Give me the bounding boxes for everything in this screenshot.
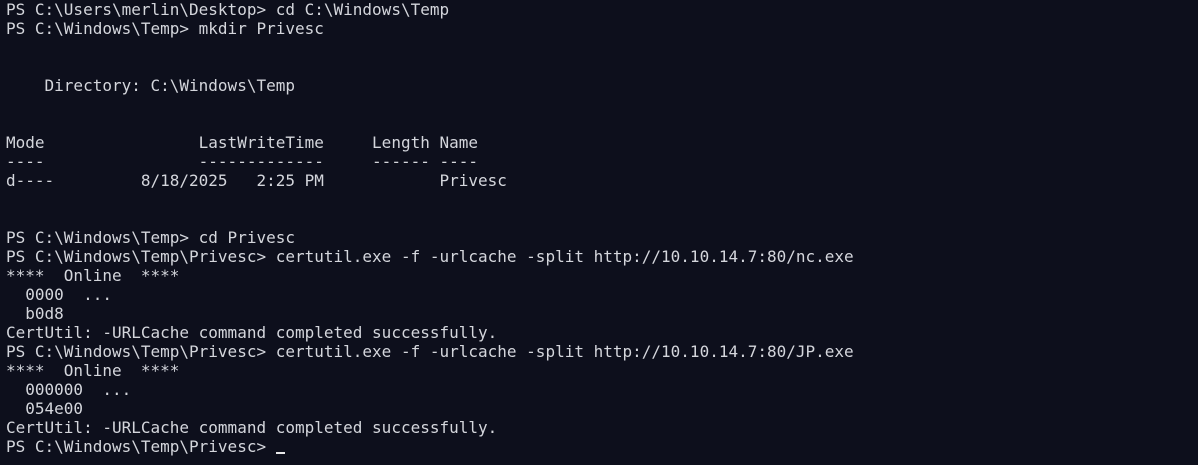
terminal-line: 0000 ... xyxy=(6,285,112,304)
text-cursor xyxy=(275,452,285,454)
terminal-line: PS C:\Windows\Temp> cd Privesc xyxy=(6,228,295,247)
terminal-line: 000000 ... xyxy=(6,380,132,399)
terminal-line: d---- 8/18/2025 2:25 PM Privesc xyxy=(6,171,507,190)
terminal-line: Mode LastWriteTime Length Name xyxy=(6,133,479,152)
terminal-line: PS C:\Users\merlin\Desktop> cd C:\Window… xyxy=(6,0,450,19)
terminal-line: PS C:\Windows\Temp> mkdir Privesc xyxy=(6,19,324,38)
terminal-line: 054e00 xyxy=(6,399,84,418)
prompt-text: PS C:\Windows\Temp\Privesc> xyxy=(6,437,276,456)
terminal-line: PS C:\Windows\Temp\Privesc> certutil.exe… xyxy=(6,342,854,361)
terminal-line: PS C:\Windows\Temp\Privesc> certutil.exe… xyxy=(6,247,854,266)
terminal-line: **** Online **** xyxy=(6,266,180,285)
terminal-line: Directory: C:\Windows\Temp xyxy=(6,76,295,95)
terminal-line: b0d8 xyxy=(6,304,64,323)
terminal-line: ---- ------------- ------ ---- xyxy=(6,152,479,171)
terminal-window[interactable]: PS C:\Users\merlin\Desktop> cd C:\Window… xyxy=(0,0,1198,465)
terminal-input-line[interactable]: PS C:\Windows\Temp\Privesc> xyxy=(6,437,1198,456)
terminal-line: CertUtil: -URLCache command completed su… xyxy=(6,418,498,437)
terminal-line: CertUtil: -URLCache command completed su… xyxy=(6,323,498,342)
terminal-line: **** Online **** xyxy=(6,361,180,380)
